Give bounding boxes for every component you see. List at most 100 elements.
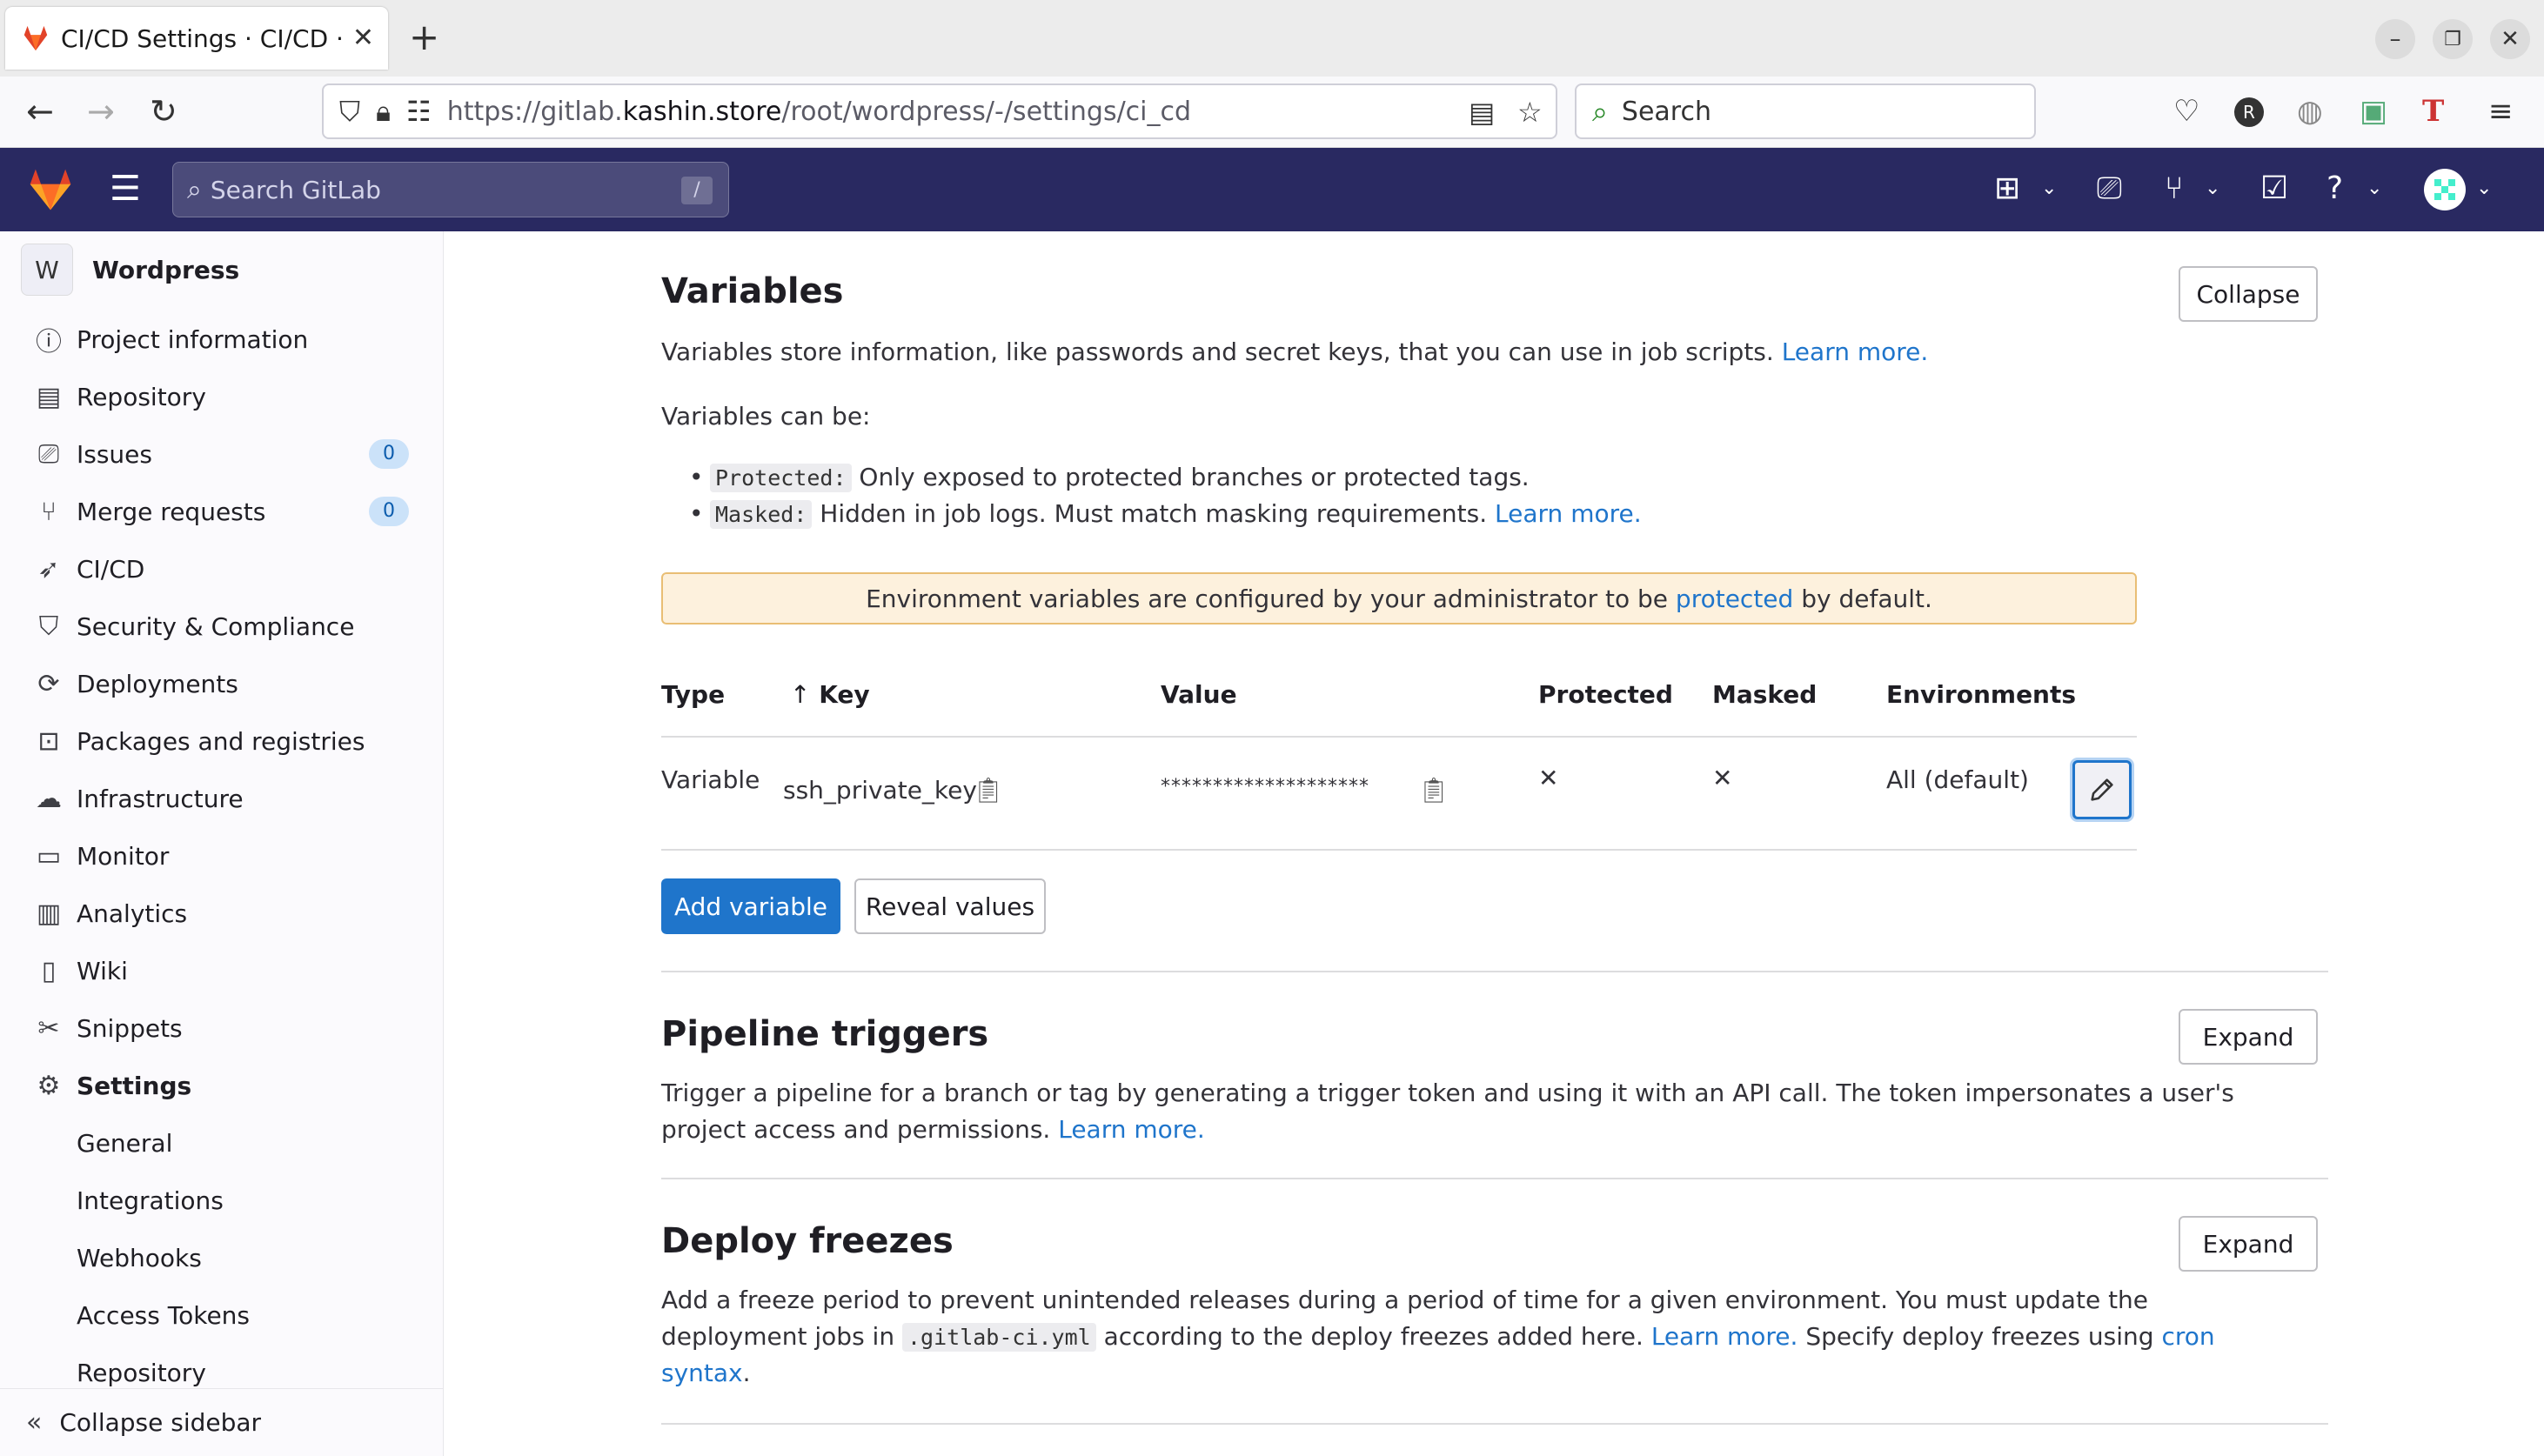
scissors-icon: ✂ bbox=[37, 1012, 60, 1044]
doc-icon: ▤ bbox=[36, 381, 62, 412]
main-menu-icon[interactable]: ☰ bbox=[110, 169, 141, 209]
tab-close-icon[interactable]: ✕ bbox=[352, 23, 374, 53]
new-tab-icon[interactable]: + bbox=[409, 16, 439, 58]
reader-view-icon[interactable]: ▤ bbox=[1469, 96, 1495, 129]
column-protected: Protected bbox=[1538, 680, 1673, 709]
deploy-freezes-description-line2: deployment jobs in .gitlab-ci.yml accord… bbox=[661, 1322, 2215, 1352]
t-extension-icon[interactable]: T bbox=[2422, 94, 2444, 129]
protected-link[interactable]: protected bbox=[1676, 584, 1793, 613]
monitor-icon: ▭ bbox=[36, 840, 62, 872]
sidebar-item-repository[interactable]: ▤ Repository bbox=[0, 371, 443, 423]
collapse-sidebar-button[interactable]: « Collapse sidebar bbox=[0, 1388, 443, 1456]
project-link[interactable]: W Wordpress bbox=[21, 244, 239, 296]
merge-requests-icon[interactable]: ⑂ bbox=[2165, 170, 2184, 206]
restore-icon[interactable]: ❐ bbox=[2433, 19, 2473, 59]
sidebar-item-security-compliance[interactable]: ⛉ Security & Compliance bbox=[0, 600, 443, 652]
shield-icon: ⛉ bbox=[38, 611, 59, 642]
rocket-icon: ➶ bbox=[37, 553, 60, 584]
sidebar-item-wiki[interactable]: ▯ Wiki bbox=[0, 945, 443, 997]
expand-deploy-freezes-button[interactable]: Expand bbox=[2179, 1216, 2318, 1272]
copy-key-icon[interactable]: 📋︎ bbox=[973, 776, 1004, 805]
merge-requests-count-badge: 0 bbox=[369, 497, 409, 526]
project-name: Wordpress bbox=[92, 255, 240, 284]
minimize-icon[interactable]: – bbox=[2375, 19, 2415, 59]
extension-icon[interactable]: ▣ bbox=[2360, 94, 2387, 129]
sidebar-item-merge-requests[interactable]: ⑂ Merge requests 0 bbox=[0, 485, 443, 538]
variable-value-masked: ******************** bbox=[1161, 776, 1369, 798]
cron-link[interactable]: cron bbox=[2161, 1322, 2214, 1351]
info-icon: ⓘ bbox=[36, 327, 62, 357]
reveal-values-button[interactable]: Reveal values bbox=[854, 878, 1046, 934]
chevron-down-icon[interactable]: ⌄ bbox=[2041, 177, 2057, 199]
add-variable-button[interactable]: Add variable bbox=[661, 878, 840, 934]
chevron-down-icon[interactable]: ⌄ bbox=[2205, 177, 2220, 199]
browser-tab[interactable]: CI/CD Settings · CI/CD · Se ✕ bbox=[5, 7, 388, 70]
pencil-icon bbox=[2091, 778, 2113, 801]
window-close-icon[interactable]: ✕ bbox=[2490, 19, 2530, 59]
browser-search-box[interactable]: ⌕ Search bbox=[1575, 83, 2036, 139]
gitlab-search-input[interactable]: ⌕ Search GitLab / bbox=[172, 162, 729, 217]
package-icon: ⊡ bbox=[37, 725, 60, 757]
gitlab-logo-icon[interactable] bbox=[26, 165, 75, 214]
sidebar-item-snippets[interactable]: ✂ Snippets bbox=[0, 1002, 443, 1054]
pipeline-triggers-description-line1: Trigger a pipeline for a branch or tag b… bbox=[661, 1079, 2234, 1107]
address-bar[interactable]: ⛉ 🔒︎ ☷ https://gitlab.kashin.store/root/… bbox=[322, 83, 1557, 139]
table-header-divider bbox=[661, 736, 2137, 738]
sidebar-item-cicd[interactable]: ➶ CI/CD bbox=[0, 543, 443, 595]
forward-icon[interactable]: → bbox=[87, 92, 115, 130]
permissions-icon[interactable]: ☷ bbox=[406, 95, 432, 128]
column-key[interactable]: ↑ Key bbox=[790, 680, 870, 709]
sidebar-subitem-integrations[interactable]: Integrations bbox=[0, 1174, 443, 1226]
user-avatar[interactable] bbox=[2424, 169, 2466, 210]
sidebar-item-monitor[interactable]: ▭ Monitor bbox=[0, 830, 443, 882]
variables-can-be: Variables can be: bbox=[661, 402, 871, 431]
sidebar-item-issues[interactable]: ⎚ Issues 0 bbox=[0, 428, 443, 480]
masked-bullet: Masked: Hidden in job logs. Must match m… bbox=[689, 499, 1642, 529]
back-icon[interactable]: ← bbox=[26, 92, 54, 130]
todos-icon[interactable]: ☑ bbox=[2260, 170, 2288, 206]
double-chevron-left-icon: « bbox=[26, 1407, 43, 1438]
column-masked: Masked bbox=[1712, 680, 1818, 709]
create-new-icon[interactable]: ⊞ bbox=[1994, 170, 2020, 206]
url-text: https://gitlab.kashin.store/root/wordpre… bbox=[446, 96, 1192, 127]
globe-icon[interactable]: ◍ bbox=[2297, 94, 2323, 129]
chevron-down-icon[interactable]: ⌄ bbox=[2476, 177, 2492, 199]
masked-x-icon: ✕ bbox=[1712, 764, 1733, 792]
sidebar-item-packages-registries[interactable]: ⊡ Packages and registries bbox=[0, 715, 443, 767]
copy-value-icon[interactable]: 📋︎ bbox=[1418, 776, 1449, 805]
issues-icon: ⎚ bbox=[38, 438, 59, 470]
issues-icon[interactable]: ⎚ bbox=[2097, 170, 2122, 207]
sidebar-item-analytics[interactable]: ▥ Analytics bbox=[0, 887, 443, 939]
lock-icon[interactable]: 🔒︎ bbox=[376, 95, 391, 129]
pipeline-triggers-heading: Pipeline triggers bbox=[661, 1014, 989, 1054]
expand-pipeline-triggers-button[interactable]: Expand bbox=[2179, 1009, 2318, 1065]
sidebar-subitem-webhooks[interactable]: Webhooks bbox=[0, 1232, 443, 1284]
pocket-icon[interactable]: ♡ bbox=[2173, 94, 2199, 129]
help-icon[interactable]: ? bbox=[2326, 170, 2343, 206]
sidebar-subitem-general[interactable]: General bbox=[0, 1117, 443, 1169]
shield-tracking-icon[interactable]: ⛉ bbox=[339, 95, 360, 129]
chevron-down-icon[interactable]: ⌄ bbox=[2367, 177, 2382, 199]
pipeline-triggers-learn-more-link[interactable]: Learn more. bbox=[1058, 1115, 1205, 1144]
pipeline-triggers-description-line2: project access and permissions. Learn mo… bbox=[661, 1115, 1205, 1144]
edit-variable-button[interactable] bbox=[2072, 760, 2132, 819]
sort-arrow-icon: ↑ bbox=[790, 680, 811, 709]
bookmark-star-icon[interactable]: ☆ bbox=[1517, 96, 1543, 129]
hamburger-menu-icon[interactable]: ≡ bbox=[2488, 94, 2514, 129]
collapse-variables-button[interactable]: Collapse bbox=[2179, 266, 2318, 322]
cron-syntax-link[interactable]: syntax bbox=[661, 1359, 743, 1387]
avatar-pattern-icon bbox=[2427, 172, 2462, 207]
section-divider bbox=[661, 1423, 2328, 1425]
sidebar-subitem-access-tokens[interactable]: Access Tokens bbox=[0, 1289, 443, 1341]
profile-r-icon[interactable]: R bbox=[2234, 97, 2264, 127]
sidebar-item-project-information[interactable]: ⓘ Project information bbox=[0, 313, 443, 365]
reload-icon[interactable]: ↻ bbox=[150, 92, 177, 130]
sidebar-item-infrastructure[interactable]: ☁ Infrastructure bbox=[0, 772, 443, 825]
sidebar-item-settings[interactable]: ⚙ Settings bbox=[0, 1059, 443, 1112]
deployments-icon: ⟳ bbox=[37, 668, 60, 699]
project-avatar: W bbox=[21, 244, 73, 296]
variables-learn-more-link[interactable]: Learn more. bbox=[1782, 337, 1929, 366]
masking-learn-more-link[interactable]: Learn more. bbox=[1495, 499, 1642, 528]
sidebar-item-deployments[interactable]: ⟳ Deployments bbox=[0, 658, 443, 710]
deploy-freezes-learn-more-link[interactable]: Learn more. bbox=[1651, 1322, 1798, 1351]
